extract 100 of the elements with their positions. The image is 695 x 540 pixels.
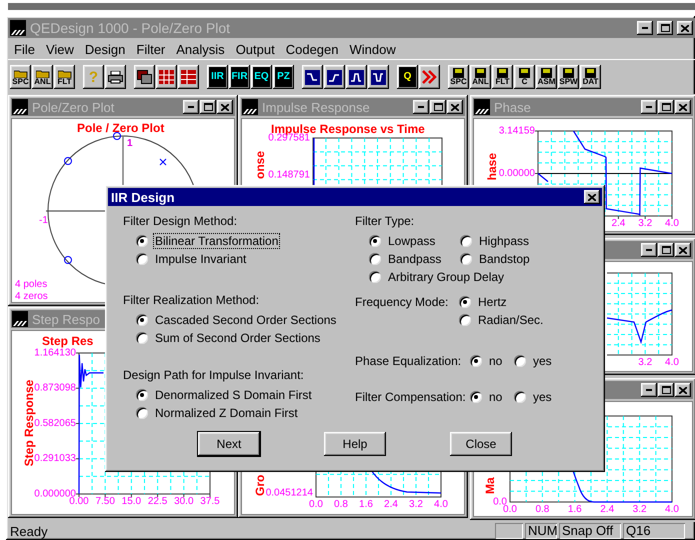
radio-circle[interactable] (459, 314, 471, 326)
radio-option[interactable]: Normalized Z Domain First (136, 404, 299, 422)
minimize-button[interactable] (641, 383, 657, 397)
menu-item[interactable]: Window (346, 42, 404, 56)
maximize-button[interactable] (658, 383, 674, 397)
open-button[interactable]: SPC (10, 65, 31, 89)
minimize-button[interactable] (413, 100, 429, 114)
minimize-button[interactable] (641, 243, 657, 257)
menu-item[interactable]: Design (82, 42, 134, 56)
minimize-icon (646, 249, 652, 251)
radio-option[interactable]: no (470, 352, 504, 370)
radio-option[interactable]: Bandstop (460, 250, 531, 268)
save-button[interactable]: SPC (448, 65, 469, 89)
radio-option[interactable]: Bandpass (369, 250, 442, 268)
radio-circle[interactable] (460, 253, 472, 265)
radio-circle[interactable] (369, 235, 381, 247)
toolbar-button[interactable] (156, 65, 177, 89)
radio-circle[interactable] (136, 332, 148, 344)
dialog-button[interactable]: Help (324, 432, 386, 456)
radio-option[interactable]: Highpass (460, 232, 530, 250)
windows-icon (137, 70, 152, 84)
close-button[interactable] (447, 100, 463, 114)
maximize-button[interactable] (658, 100, 674, 114)
tick-label: 3.2 (632, 504, 647, 515)
minimize-button[interactable] (637, 21, 653, 35)
minimize-button[interactable] (183, 100, 199, 114)
close-button[interactable] (675, 383, 691, 397)
toolbar-button[interactable] (419, 65, 440, 89)
app-icon (474, 99, 490, 115)
maximize-button[interactable] (200, 100, 216, 114)
toolbar-button[interactable] (324, 65, 345, 89)
dialog-button[interactable]: Next (198, 432, 260, 456)
save-button[interactable]: SPW (558, 65, 579, 89)
group-label: Filter Design Method: (123, 213, 238, 229)
radio-option[interactable]: Bilinear Transformation (136, 232, 280, 250)
radio-option[interactable]: no (470, 388, 504, 406)
save-button[interactable]: ASM (536, 65, 557, 89)
radio-circle[interactable] (136, 389, 148, 401)
radio-option[interactable]: Lowpass (369, 232, 436, 250)
tick-label: 0.0 (309, 499, 323, 510)
save-button[interactable]: ANL (470, 65, 491, 89)
close-button[interactable] (675, 100, 691, 114)
maximize-button[interactable] (430, 100, 446, 114)
radio-option[interactable]: Sum of Second Order Sections (136, 329, 322, 347)
toolbar-button[interactable]: FIR (229, 65, 250, 89)
menu-item[interactable]: File (11, 42, 43, 56)
radio-circle[interactable] (470, 391, 482, 403)
toolbar-button[interactable] (134, 65, 155, 89)
minimize-button[interactable] (641, 100, 657, 114)
save-button[interactable]: DAT (580, 65, 601, 89)
toolbar-button[interactable] (105, 65, 126, 89)
menu-item[interactable]: View (42, 42, 82, 56)
setting-label: Filter Compensation: (355, 389, 467, 406)
floppy-icon (541, 68, 552, 78)
dialog-button[interactable]: Close (450, 432, 512, 456)
toolbar-button[interactable] (302, 65, 323, 89)
menu-item[interactable]: Output (232, 42, 283, 56)
menu-item[interactable]: Codegen (282, 42, 346, 56)
window-title: Phase (493, 100, 531, 114)
tick-label: 0.873098 (34, 382, 76, 394)
radio-option[interactable]: yes (514, 352, 553, 370)
toolbar-button[interactable] (368, 65, 389, 89)
radio-option[interactable]: yes (514, 388, 553, 406)
radio-circle[interactable] (459, 296, 471, 308)
radio-circle[interactable] (136, 407, 148, 419)
zero-marker (64, 256, 72, 264)
radio-option[interactable]: Arbitrary Group Delay (369, 268, 506, 286)
radio-circle[interactable] (470, 355, 482, 367)
radio-option[interactable]: Denormalized S Domain First (136, 386, 313, 404)
close-button[interactable] (677, 21, 693, 35)
toolbar-button[interactable]: IIR (207, 65, 228, 89)
save-button[interactable]: FLT (492, 65, 513, 89)
radio-circle[interactable] (136, 253, 148, 265)
close-button[interactable] (584, 190, 600, 204)
radio-circle[interactable] (369, 271, 381, 283)
toolbar-button[interactable]: Q (397, 65, 418, 89)
radio-option[interactable]: Impulse Invariant (136, 250, 248, 268)
open-button[interactable]: FLT (54, 65, 75, 89)
radio-circle[interactable] (514, 391, 526, 403)
toolbar-button[interactable]: PZ (273, 65, 294, 89)
radio-circle[interactable] (514, 355, 526, 367)
maximize-button[interactable] (658, 243, 674, 257)
close-button[interactable] (217, 100, 233, 114)
toolbar-button[interactable] (178, 65, 199, 89)
radio-circle[interactable] (460, 235, 472, 247)
toolbar-button[interactable] (346, 65, 367, 89)
radio-circle[interactable] (136, 314, 148, 326)
radio-option[interactable]: Cascaded Second Order Sections (136, 311, 338, 329)
close-button[interactable] (675, 243, 691, 257)
radio-circle[interactable] (136, 235, 148, 247)
radio-option[interactable]: Radian/Sec. (459, 311, 544, 329)
open-button[interactable]: ANL (32, 65, 53, 89)
menu-item[interactable]: Filter (133, 42, 174, 56)
menu-item[interactable]: Analysis (173, 42, 233, 56)
save-button[interactable]: C (514, 65, 535, 89)
toolbar-button[interactable]: EQ (251, 65, 272, 89)
maximize-button[interactable] (657, 21, 673, 35)
radio-option[interactable]: Hertz (459, 293, 508, 311)
radio-circle[interactable] (369, 253, 381, 265)
floppy-icon (519, 68, 530, 78)
